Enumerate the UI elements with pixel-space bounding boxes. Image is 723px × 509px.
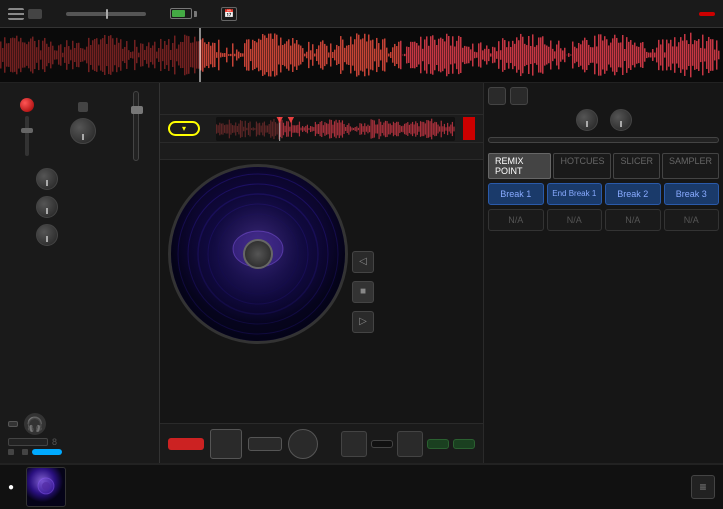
virtualdj-logo xyxy=(699,12,715,16)
fx-knobs xyxy=(488,109,719,133)
menu-controls xyxy=(8,8,42,20)
fx-section xyxy=(488,87,719,105)
vocal-row xyxy=(4,168,155,190)
scratch-fader[interactable] xyxy=(25,116,29,156)
fx-dropdown[interactable] xyxy=(488,137,719,143)
pad-na3[interactable]: N/A xyxy=(605,209,661,231)
turntable-wrapper xyxy=(168,164,348,344)
track-thumbnail[interactable] xyxy=(26,467,66,507)
turntable-controls: ◁ ■ ▷ xyxy=(348,164,378,419)
master-fader-thumb xyxy=(131,106,143,114)
headphone-button[interactable]: 🎧 xyxy=(24,413,46,435)
left-panel: 🎧 8 xyxy=(0,83,160,463)
gain-knob[interactable] xyxy=(70,118,96,144)
filter-bar[interactable] xyxy=(32,449,62,455)
fx-plus-button[interactable] xyxy=(488,87,506,105)
tc-stop-btn[interactable]: ■ xyxy=(352,281,374,303)
x-fx-button[interactable] xyxy=(8,421,18,427)
fx-knob-size xyxy=(610,109,632,133)
pad-end-break1[interactable]: End Break 1 xyxy=(547,183,603,205)
fx-minus-button[interactable] xyxy=(510,87,528,105)
gear-icon[interactable] xyxy=(245,6,261,22)
pad-na2[interactable]: N/A xyxy=(547,209,603,231)
fx-knob-str xyxy=(576,109,598,133)
loop-nav xyxy=(341,431,475,457)
filter-down-btn[interactable] xyxy=(8,449,14,455)
master-fader[interactable] xyxy=(133,91,139,161)
waveform-mini[interactable] xyxy=(216,117,455,141)
center-panel: ▾ xyxy=(160,83,483,463)
eq-bar[interactable] xyxy=(8,438,48,446)
cue-sync-bar xyxy=(160,423,483,463)
eight-label: 8 xyxy=(52,437,57,447)
pad-break1[interactable]: Break 1 xyxy=(488,183,544,205)
playlist-button[interactable]: ≡ xyxy=(691,475,715,499)
play-button[interactable] xyxy=(210,429,242,459)
pad-grid-row1: Break 1 End Break 1 Break 2 Break 3 xyxy=(488,183,719,205)
pad-tab-sampler[interactable]: SAMPLER xyxy=(662,153,719,179)
view-icon[interactable] xyxy=(28,9,42,19)
size-knob[interactable] xyxy=(610,109,632,131)
vocal-knob[interactable] xyxy=(36,168,58,190)
pitch-offset xyxy=(168,143,184,159)
key-display[interactable]: ▾ xyxy=(168,121,200,136)
tc-btn-2[interactable]: ▷ xyxy=(352,311,374,333)
main-area: 🎧 8 ▾ xyxy=(0,83,723,463)
loop-prev-btn[interactable] xyxy=(341,431,367,457)
beat-knob[interactable] xyxy=(36,224,58,246)
loop-next-btn[interactable] xyxy=(397,431,423,457)
record-button[interactable] xyxy=(288,429,318,459)
scratch-indicator xyxy=(20,98,34,112)
left-bottom: 🎧 8 xyxy=(4,409,155,459)
tc-btn-1[interactable]: ◁ xyxy=(352,251,374,273)
turntable-area: ◁ ■ ▷ xyxy=(160,160,483,423)
key-arrow: ▾ xyxy=(182,124,186,133)
beat-row xyxy=(4,224,155,246)
cue-button[interactable] xyxy=(168,438,204,450)
loop-value xyxy=(371,440,393,448)
pitch-bar xyxy=(160,143,483,160)
battery-body xyxy=(170,8,192,19)
right-panel: REMIX POINT HOTCUES SLICER SAMPLER Break… xyxy=(483,83,723,463)
instru-knob[interactable] xyxy=(36,196,58,218)
waveform-area: // Will be generated inline via JS below xyxy=(0,28,723,83)
mini-waveform-svg xyxy=(216,117,455,141)
loop-out-button[interactable] xyxy=(453,439,475,449)
master-fader-col xyxy=(133,91,139,161)
filter-up-btn[interactable] xyxy=(22,449,28,455)
calendar-icon[interactable]: 📅 xyxy=(221,7,237,21)
battery-icon xyxy=(170,8,197,19)
instru-row xyxy=(4,196,155,218)
pad-na1[interactable]: N/A xyxy=(488,209,544,231)
key-time-bar: ▾ xyxy=(160,115,483,143)
waveform-svg: // Will be generated inline via JS below xyxy=(0,28,723,82)
pad-grid-row2: N/A N/A N/A N/A xyxy=(488,209,719,231)
pad-tab-slicer[interactable]: SLICER xyxy=(613,153,660,179)
battery-tip xyxy=(194,11,197,17)
pad-tab-remix[interactable]: REMIX POINT xyxy=(488,153,551,179)
turntable[interactable] xyxy=(168,164,348,344)
pad-break3[interactable]: Break 3 xyxy=(664,183,720,205)
b-badge xyxy=(463,117,475,140)
pad-tab-hotcues[interactable]: HOTCUES xyxy=(553,153,611,179)
pad-na4[interactable]: N/A xyxy=(664,209,720,231)
master-slider[interactable] xyxy=(66,12,146,16)
loop-in-button[interactable] xyxy=(427,439,449,449)
pad-break2[interactable]: Break 2 xyxy=(605,183,661,205)
battery-fill xyxy=(172,10,185,17)
bottom-bar: ● ≡ xyxy=(0,463,723,509)
thumb-svg xyxy=(27,468,65,506)
small-btn-1[interactable] xyxy=(78,102,88,112)
files-count: ● xyxy=(8,482,18,493)
track-info-bar xyxy=(160,83,483,115)
sync-button[interactable] xyxy=(248,437,282,451)
top-bar: 📅 xyxy=(0,0,723,28)
turntable-center xyxy=(243,239,273,269)
pad-tabs: REMIX POINT HOTCUES SLICER SAMPLER xyxy=(488,153,719,179)
str-knob[interactable] xyxy=(576,109,598,131)
menu-icon[interactable] xyxy=(8,8,24,20)
